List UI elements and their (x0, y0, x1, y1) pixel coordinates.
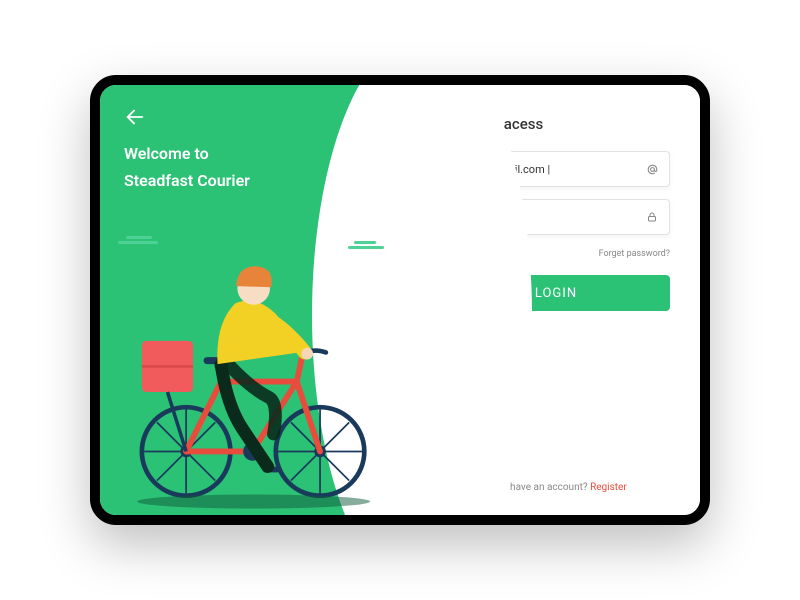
welcome-panel: Welcome to Steadfast Courier (100, 85, 412, 515)
back-arrow-icon[interactable] (124, 105, 148, 129)
screen: Welcome to Steadfast Courier (100, 85, 700, 515)
courier-illustration (100, 236, 412, 516)
register-link[interactable]: Register (590, 482, 627, 493)
forgot-password-link[interactable]: Forget password? (599, 249, 670, 259)
at-icon (645, 162, 659, 176)
welcome-text-line2: Steadfast Courier (124, 171, 388, 190)
welcome-text-line1: Welcome to (124, 141, 388, 167)
lock-icon (645, 210, 659, 224)
tablet-frame: Welcome to Steadfast Courier (90, 75, 710, 525)
